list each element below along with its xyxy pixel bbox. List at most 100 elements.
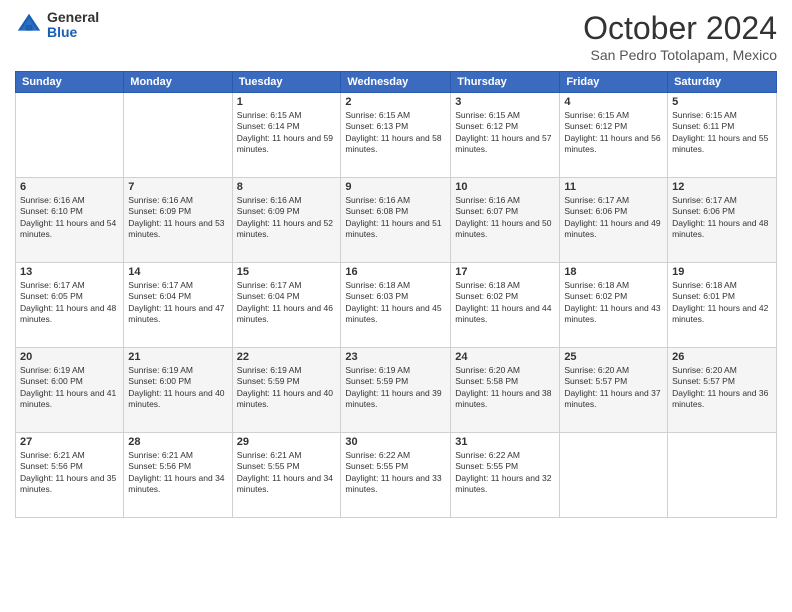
day-number: 22 [237, 351, 337, 363]
day-info: Sunrise: 6:15 AMSunset: 6:14 PMDaylight:… [237, 110, 337, 156]
day-number: 2 [345, 96, 446, 108]
day-number: 13 [20, 266, 119, 278]
calendar-cell: 26 Sunrise: 6:20 AMSunset: 5:57 PMDayligh… [668, 348, 777, 433]
calendar-cell [560, 433, 668, 518]
calendar-cell: 4Sunrise: 6:15 AMSunset: 6:12 PMDaylight… [560, 93, 668, 178]
day-info: Sunrise: 6:17 AMSunset: 6:05 PMDaylight:… [20, 280, 119, 326]
month-title: October 2024 [583, 10, 777, 47]
day-info: Sunrise: 6:22 AMSunset: 5:55 PMDaylight:… [455, 450, 555, 496]
calendar-cell: 16 Sunrise: 6:18 AMSunset: 6:03 PMDayligh… [341, 263, 451, 348]
day-number: 31 [455, 436, 555, 448]
day-number: 25 [564, 351, 663, 363]
calendar-day-header: Wednesday [341, 72, 451, 93]
calendar-cell: 2 Sunrise: 6:15 AMSunset: 6:13 PMDaylight… [341, 93, 451, 178]
calendar-cell [668, 433, 777, 518]
day-info: Sunrise: 6:20 AMSunset: 5:58 PMDaylight:… [455, 365, 555, 411]
logo: General Blue [15, 10, 99, 41]
calendar-cell: 3Sunrise: 6:15 AMSunset: 6:12 PMDaylight… [451, 93, 560, 178]
calendar-cell: 20 Sunrise: 6:19 AMSunset: 6:00 PMDayligh… [16, 348, 124, 433]
calendar-cell: 8Sunrise: 6:16 AMSunset: 6:09 PMDaylight… [232, 178, 341, 263]
logo-text: General Blue [47, 10, 99, 41]
day-number: 8 [237, 181, 337, 193]
calendar-week-row: 13 Sunrise: 6:17 AMSunset: 6:05 PMDayligh… [16, 263, 777, 348]
day-number: 7 [128, 181, 227, 193]
day-number: 5 [672, 96, 772, 108]
day-number: 28 [128, 436, 227, 448]
logo-blue-label: Blue [47, 25, 99, 40]
day-number: 30 [345, 436, 446, 448]
calendar-day-header: Friday [560, 72, 668, 93]
day-info: Sunrise: 6:18 AMSunset: 6:02 PMDaylight:… [455, 280, 555, 326]
calendar-day-header: Saturday [668, 72, 777, 93]
day-number: 20 [20, 351, 119, 363]
day-info: Sunrise: 6:15 AMSunset: 6:13 PMDaylight:… [345, 110, 446, 156]
day-info: Sunrise: 6:15 AMSunset: 6:12 PMDaylight:… [564, 110, 663, 156]
calendar-cell [16, 93, 124, 178]
calendar-day-header: Thursday [451, 72, 560, 93]
day-info: Sunrise: 6:20 AMSunset: 5:57 PMDaylight:… [672, 365, 772, 411]
day-info: Sunrise: 6:21 AMSunset: 5:55 PMDaylight:… [237, 450, 337, 496]
day-info: Sunrise: 6:17 AMSunset: 6:04 PMDaylight:… [128, 280, 227, 326]
calendar-cell: 25Sunrise: 6:20 AMSunset: 5:57 PMDayligh… [560, 348, 668, 433]
calendar-cell: 13 Sunrise: 6:17 AMSunset: 6:05 PMDayligh… [16, 263, 124, 348]
calendar-cell: 14Sunrise: 6:17 AMSunset: 6:04 PMDayligh… [124, 263, 232, 348]
day-info: Sunrise: 6:21 AMSunset: 5:56 PMDaylight:… [20, 450, 119, 496]
calendar-week-row: 27 Sunrise: 6:21 AMSunset: 5:56 PMDayligh… [16, 433, 777, 518]
calendar-day-header: Tuesday [232, 72, 341, 93]
day-info: Sunrise: 6:19 AMSunset: 5:59 PMDaylight:… [345, 365, 446, 411]
calendar-day-header: Sunday [16, 72, 124, 93]
day-info: Sunrise: 6:19 AMSunset: 5:59 PMDaylight:… [237, 365, 337, 411]
day-info: Sunrise: 6:21 AMSunset: 5:56 PMDaylight:… [128, 450, 227, 496]
day-number: 27 [20, 436, 119, 448]
day-info: Sunrise: 6:16 AMSunset: 6:10 PMDaylight:… [20, 195, 119, 241]
calendar-cell [124, 93, 232, 178]
day-info: Sunrise: 6:16 AMSunset: 6:09 PMDaylight:… [128, 195, 227, 241]
day-number: 21 [128, 351, 227, 363]
day-info: Sunrise: 6:22 AMSunset: 5:55 PMDaylight:… [345, 450, 446, 496]
title-section: October 2024 San Pedro Totolapam, Mexico [583, 10, 777, 63]
calendar-week-row: 6 Sunrise: 6:16 AMSunset: 6:10 PMDaylight… [16, 178, 777, 263]
day-info: Sunrise: 6:16 AMSunset: 6:08 PMDaylight:… [345, 195, 446, 241]
day-number: 18 [564, 266, 663, 278]
calendar-cell: 1Sunrise: 6:15 AMSunset: 6:14 PMDaylight… [232, 93, 341, 178]
calendar-cell: 6 Sunrise: 6:16 AMSunset: 6:10 PMDaylight… [16, 178, 124, 263]
day-info: Sunrise: 6:17 AMSunset: 6:06 PMDaylight:… [564, 195, 663, 241]
day-number: 26 [672, 351, 772, 363]
calendar-week-row: 20 Sunrise: 6:19 AMSunset: 6:00 PMDayligh… [16, 348, 777, 433]
day-info: Sunrise: 6:18 AMSunset: 6:02 PMDaylight:… [564, 280, 663, 326]
calendar-cell: 5Sunrise: 6:15 AMSunset: 6:11 PMDaylight… [668, 93, 777, 178]
calendar-cell: 21 Sunrise: 6:19 AMSunset: 6:00 PMDayligh… [124, 348, 232, 433]
calendar-cell: 9 Sunrise: 6:16 AMSunset: 6:08 PMDaylight… [341, 178, 451, 263]
day-number: 16 [345, 266, 446, 278]
calendar-day-header: Monday [124, 72, 232, 93]
calendar-cell: 22 Sunrise: 6:19 AMSunset: 5:59 PMDayligh… [232, 348, 341, 433]
calendar-week-row: 1Sunrise: 6:15 AMSunset: 6:14 PMDaylight… [16, 93, 777, 178]
calendar-cell: 19Sunrise: 6:18 AMSunset: 6:01 PMDayligh… [668, 263, 777, 348]
day-number: 15 [237, 266, 337, 278]
day-number: 29 [237, 436, 337, 448]
logo-icon [15, 11, 43, 39]
calendar-cell: 18 Sunrise: 6:18 AMSunset: 6:02 PMDayligh… [560, 263, 668, 348]
day-number: 9 [345, 181, 446, 193]
page: General Blue October 2024 San Pedro Toto… [0, 0, 792, 612]
calendar-table: SundayMondayTuesdayWednesdayThursdayFrid… [15, 71, 777, 518]
day-number: 11 [564, 181, 663, 193]
logo-general-label: General [47, 10, 99, 25]
header: General Blue October 2024 San Pedro Toto… [15, 10, 777, 63]
day-number: 24 [455, 351, 555, 363]
day-number: 12 [672, 181, 772, 193]
calendar-cell: 12 Sunrise: 6:17 AMSunset: 6:06 PMDayligh… [668, 178, 777, 263]
day-info: Sunrise: 6:18 AMSunset: 6:01 PMDaylight:… [672, 280, 772, 326]
day-info: Sunrise: 6:17 AMSunset: 6:04 PMDaylight:… [237, 280, 337, 326]
day-info: Sunrise: 6:16 AMSunset: 6:07 PMDaylight:… [455, 195, 555, 241]
calendar-cell: 7 Sunrise: 6:16 AMSunset: 6:09 PMDaylight… [124, 178, 232, 263]
day-number: 23 [345, 351, 446, 363]
calendar-cell: 24 Sunrise: 6:20 AMSunset: 5:58 PMDayligh… [451, 348, 560, 433]
day-number: 3 [455, 96, 555, 108]
day-info: Sunrise: 6:17 AMSunset: 6:06 PMDaylight:… [672, 195, 772, 241]
day-info: Sunrise: 6:19 AMSunset: 6:00 PMDaylight:… [20, 365, 119, 411]
day-number: 10 [455, 181, 555, 193]
day-info: Sunrise: 6:18 AMSunset: 6:03 PMDaylight:… [345, 280, 446, 326]
day-number: 6 [20, 181, 119, 193]
day-info: Sunrise: 6:19 AMSunset: 6:00 PMDaylight:… [128, 365, 227, 411]
